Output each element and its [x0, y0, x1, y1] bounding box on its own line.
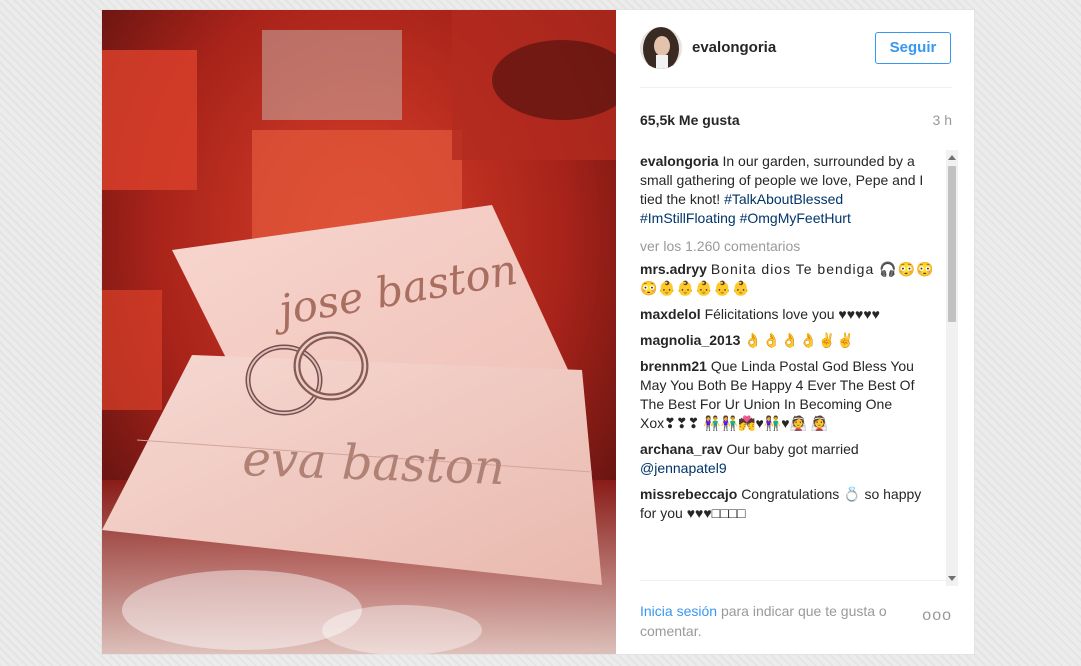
- hashtag-link[interactable]: #ImStillFloating: [640, 210, 736, 226]
- comment-username[interactable]: archana_rav: [640, 441, 723, 457]
- scroll-down-icon[interactable]: [948, 576, 956, 581]
- list-item: magnolia_2013 👌👌👌👌✌✌: [640, 331, 940, 350]
- caption: evalongoria In our garden, surrounded by…: [640, 152, 940, 228]
- view-more-comments[interactable]: ver los 1.260 comentarios: [640, 238, 960, 254]
- list-item: mrs.adryy Bonita dios Te bendiga 🎧😳😳 😳👶👶…: [640, 260, 940, 298]
- hashtag-link[interactable]: #TalkAboutBlessed: [724, 191, 843, 207]
- post-photo[interactable]: jose baston eva baston: [102, 10, 616, 654]
- avatar-image: [640, 27, 682, 69]
- scroll-up-icon[interactable]: [948, 155, 956, 160]
- comment-username[interactable]: brennm21: [640, 358, 707, 374]
- more-options-icon[interactable]: ooo: [922, 607, 952, 625]
- scrollbar-thumb[interactable]: [948, 166, 956, 322]
- list-item: brennm21 Que Linda Postal God Bless You …: [640, 357, 940, 433]
- comment-text: Félicitations love you ♥♥♥♥♥: [704, 306, 880, 322]
- list-item: maxdelol Félicitations love you ♥♥♥♥♥: [640, 305, 940, 324]
- follow-button[interactable]: Seguir: [875, 32, 951, 64]
- list-item: missrebeccajo Congratulations 💍 so happy…: [640, 485, 940, 523]
- wedding-photo-image: jose baston eva baston: [102, 10, 616, 654]
- hashtag-link[interactable]: #OmgMyFeetHurt: [740, 210, 851, 226]
- mention-link[interactable]: @jennapatel9: [640, 460, 727, 476]
- avatar[interactable]: [640, 27, 682, 69]
- list-item: archana_rav Our baby got married @jennap…: [640, 440, 940, 478]
- comment-text: Our baby got married: [726, 441, 859, 457]
- instagram-post: jose baston eva baston evalongoria Segui…: [101, 9, 975, 655]
- comment-username[interactable]: missrebeccajo: [640, 486, 737, 502]
- post-timestamp[interactable]: 3 h: [933, 112, 952, 128]
- username-link[interactable]: evalongoria: [692, 39, 776, 56]
- login-link[interactable]: Inicia sesión: [640, 603, 717, 619]
- caption-username[interactable]: evalongoria: [640, 153, 719, 169]
- post-footer: Inicia sesión para indicar que te gusta …: [640, 580, 952, 654]
- comments-scrollbar[interactable]: [946, 150, 958, 586]
- post-sidebar: evalongoria Seguir 65,5k Me gusta 3 h ev…: [616, 10, 974, 654]
- comment-username[interactable]: mrs.adryy: [640, 261, 707, 277]
- card-bottom-text: eva baston: [242, 431, 506, 496]
- comment-text: 👌👌👌👌✌✌: [744, 332, 855, 348]
- likes-row: 65,5k Me gusta 3 h: [640, 112, 952, 132]
- login-prompt: Inicia sesión para indicar que te gusta …: [640, 601, 910, 641]
- comment-username[interactable]: maxdelol: [640, 306, 701, 322]
- comments-list[interactable]: evalongoria In our garden, surrounded by…: [640, 152, 960, 580]
- likes-count[interactable]: 65,5k Me gusta: [640, 112, 740, 128]
- post-header: evalongoria Seguir: [640, 10, 952, 88]
- comment-username[interactable]: magnolia_2013: [640, 332, 740, 348]
